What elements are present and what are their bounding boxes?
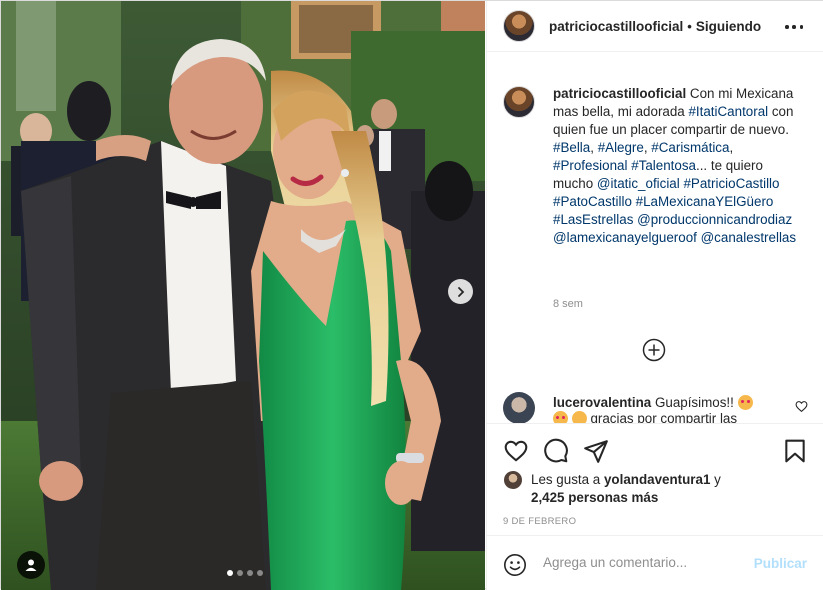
heart-icon[interactable]	[503, 438, 529, 464]
action-bar	[503, 438, 808, 464]
hashtag-link[interactable]: #Profesional	[553, 158, 627, 173]
chevron-right-icon	[457, 286, 464, 297]
bookmark-icon[interactable]	[782, 438, 808, 464]
comment-body: lucerovalentina Guapísimos!!	[553, 395, 753, 410]
author-avatar[interactable]	[503, 10, 535, 42]
mention-link[interactable]: @lamexicanayelgueroof	[553, 230, 697, 245]
user-tag-icon	[25, 559, 37, 571]
tagged-users-button[interactable]	[17, 551, 45, 579]
likes-count[interactable]: 2,425 personas más	[531, 489, 658, 507]
post-details-panel: patriciocastillooficial • Siguiendo patr…	[486, 1, 823, 590]
hashtag-link[interactable]: #PatricioCastillo	[683, 176, 779, 191]
post-caption: patriciocastillooficial Con mi Mexicana …	[553, 85, 803, 247]
mention-link[interactable]: @canalestrellas	[701, 230, 796, 245]
comment-input[interactable]	[543, 555, 743, 570]
hashtag-link[interactable]: #Bella	[553, 140, 590, 155]
caption-author-avatar[interactable]	[503, 86, 535, 118]
comment-text: Guapísimos!!	[651, 395, 738, 410]
commenter-username[interactable]: lucerovalentina	[553, 395, 651, 410]
instagram-post-modal: patriciocastillooficial • Siguiendo patr…	[0, 0, 823, 590]
caption-username[interactable]: patriciocastillooficial	[553, 86, 686, 101]
mention-link[interactable]: @itatic_oficial	[597, 176, 680, 191]
heart-eyes-emoji-icon	[553, 411, 568, 423]
hashtag-link[interactable]: #LaMexicanaYElGüero	[636, 194, 774, 209]
author-username[interactable]: patriciocastillooficial	[549, 19, 683, 34]
plus-circle-icon[interactable]	[642, 338, 666, 362]
hashtag-link[interactable]: #LasEstrellas	[553, 212, 633, 227]
more-options-icon[interactable]	[785, 18, 803, 36]
carousel-dot	[257, 570, 263, 576]
likes-prefix: Les gusta a	[531, 472, 604, 487]
comment-like-icon[interactable]	[795, 400, 808, 413]
carousel-dot	[227, 570, 233, 576]
hashtag-link[interactable]: #Alegre	[598, 140, 644, 155]
comment-item: lucerovalentina Guapísimos!! gracias por…	[503, 392, 808, 423]
comment-icon[interactable]	[543, 438, 569, 464]
comment-continuation: gracias por compartir las	[553, 411, 737, 423]
photo-illustration	[1, 1, 485, 590]
post-photo[interactable]	[1, 1, 485, 590]
carousel-indicator	[227, 570, 263, 576]
hashtag-link[interactable]: #PatoCastillo	[553, 194, 632, 209]
carousel-dot	[247, 570, 253, 576]
hashtag-link[interactable]: #Carismática	[651, 140, 729, 155]
caption-timestamp[interactable]: 8 sem	[553, 298, 583, 310]
next-photo-button[interactable]	[448, 279, 473, 304]
publish-button[interactable]: Publicar	[754, 556, 807, 571]
likes-text: Les gusta a yolandaventura1 y	[531, 471, 721, 489]
header-separator: •	[687, 18, 692, 34]
hashtag-link[interactable]: #Talentosa	[631, 158, 696, 173]
heart-eyes-emoji-icon	[737, 395, 753, 410]
follow-status-button[interactable]: Siguiendo	[696, 19, 761, 34]
carousel-dot	[237, 570, 243, 576]
smile-icon[interactable]	[503, 553, 527, 577]
grinning-emoji-icon	[571, 411, 587, 423]
caption-text: ,	[590, 140, 598, 155]
hashtag-link[interactable]: #ItatiCantoral	[688, 104, 768, 119]
comment-text-more: gracias por compartir las	[586, 411, 738, 423]
commenter-avatar[interactable]	[503, 392, 535, 423]
likes-suffix: y	[710, 472, 721, 487]
add-comment-bar: Publicar	[487, 535, 823, 590]
send-icon[interactable]	[583, 438, 609, 464]
mention-link[interactable]: @produccionnicandrodiaz	[637, 212, 792, 227]
comments-section: patriciocastillooficial Con mi Mexicana …	[487, 72, 823, 423]
liker-username[interactable]: yolandaventura1	[604, 472, 710, 487]
post-date[interactable]: 9 DE FEBRERO	[503, 516, 576, 527]
caption-text: ,	[729, 140, 734, 155]
post-header: patriciocastillooficial • Siguiendo	[487, 1, 823, 52]
liker-avatar[interactable]	[503, 470, 523, 490]
